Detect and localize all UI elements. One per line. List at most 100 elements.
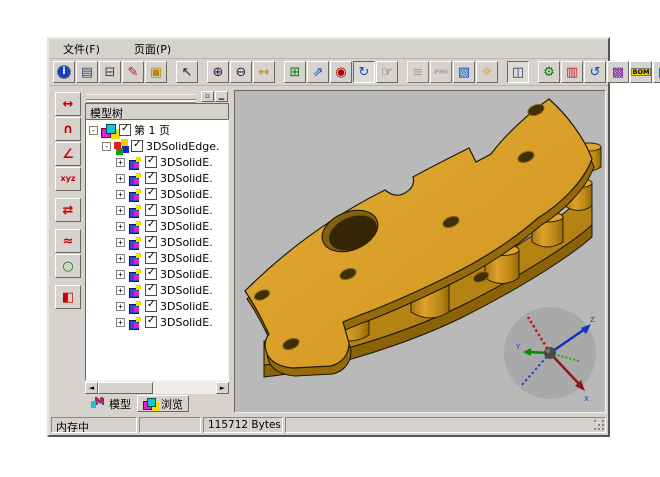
checkbox[interactable] <box>145 268 157 280</box>
scrollbar-track[interactable] <box>98 382 216 394</box>
collapse-toggle-icon[interactable]: - <box>89 126 98 135</box>
scroll-left-icon[interactable]: ◄ <box>85 382 98 394</box>
checkbox[interactable] <box>119 124 131 136</box>
measure-radius-icon: ∩ <box>63 123 74 136</box>
checkbox[interactable] <box>131 140 143 152</box>
checkbox[interactable] <box>145 236 157 248</box>
expand-toggle-icon[interactable]: + <box>116 158 125 167</box>
view-3d-button[interactable]: ▧ <box>453 61 475 83</box>
expand-toggle-icon[interactable]: + <box>116 254 125 263</box>
tab-browse[interactable]: 浏览 <box>137 395 189 412</box>
tree-item-part[interactable]: + 3DSolidE. <box>86 186 228 202</box>
export-image-button[interactable]: ▣ <box>145 61 167 83</box>
orbit-button[interactable]: ◉ <box>330 61 352 83</box>
expand-toggle-icon[interactable]: + <box>116 174 125 183</box>
tree-item-part[interactable]: + 3DSolidE. <box>86 282 228 298</box>
expand-toggle-icon[interactable]: + <box>116 206 125 215</box>
machine-info-button[interactable]: ▥ <box>561 61 583 83</box>
zoom-window-button[interactable]: ⊞ <box>284 61 306 83</box>
horizontal-scrollbar[interactable]: ◄ ► <box>85 381 229 394</box>
report-table-button[interactable]: ▦ <box>653 61 660 83</box>
measure-radius-button[interactable]: ∩ <box>55 117 81 141</box>
layers-button[interactable]: ≡ <box>407 61 429 83</box>
checkbox[interactable] <box>145 300 157 312</box>
checkbox[interactable] <box>145 252 157 264</box>
tree-item-part[interactable]: + 3DSolidE. <box>86 202 228 218</box>
measure-angle-button[interactable]: ∠ <box>55 142 81 166</box>
checkbox[interactable] <box>145 284 157 296</box>
expand-toggle-icon[interactable]: + <box>116 286 125 295</box>
tree-item-part[interactable]: + 3DSolidE. <box>86 170 228 186</box>
info-button[interactable]: i <box>53 61 75 83</box>
menu-file[interactable]: 文件(F) <box>59 39 104 59</box>
tree-item-part[interactable]: + 3DSolidE. <box>86 218 228 234</box>
sync-view-button[interactable]: ↺ <box>584 61 606 83</box>
tab-label: 模型 <box>109 396 131 412</box>
expand-toggle-icon[interactable]: + <box>116 318 125 327</box>
sync-view-icon: ↺ <box>590 66 601 79</box>
measure-volume-button[interactable]: ◧ <box>55 285 81 309</box>
print-preview-button[interactable]: ▤ <box>76 61 98 83</box>
pmi-button[interactable]: PMI <box>430 61 452 83</box>
tree-item-part[interactable]: + 3DSolidE. <box>86 298 228 314</box>
pan-button[interactable]: ↔ <box>253 61 275 83</box>
checkbox[interactable] <box>145 172 157 184</box>
drag-grip[interactable] <box>86 94 196 100</box>
zoom-in-button[interactable]: ⊕ <box>207 61 229 83</box>
explode-button[interactable]: ▩ <box>607 61 629 83</box>
expand-toggle-icon[interactable]: + <box>116 190 125 199</box>
expand-toggle-icon[interactable]: + <box>116 302 125 311</box>
measure-coordinate-button[interactable]: xyz <box>55 167 81 191</box>
resize-grip-icon[interactable] <box>594 420 606 432</box>
checkbox[interactable] <box>145 220 157 232</box>
measure-gap-button[interactable]: ⇄ <box>55 198 81 222</box>
expand-toggle-icon[interactable]: + <box>116 238 125 247</box>
menu-page[interactable]: 页面(P) <box>130 39 175 59</box>
tab-model-icon <box>91 398 106 410</box>
measure-coordinate-icon: xyz <box>60 175 75 183</box>
expand-toggle-icon[interactable]: + <box>116 222 125 231</box>
model-tree-panel: ▫ ▁ 模型树 - 第 1 页 - 3DSolidEdge. <box>85 90 229 413</box>
status-blank <box>139 417 201 433</box>
float-panel-button[interactable]: ▫ <box>201 91 214 102</box>
checkbox[interactable] <box>145 316 157 328</box>
checkbox[interactable] <box>145 204 157 216</box>
measure-distance-button[interactable]: ↔ <box>55 92 81 116</box>
expand-toggle-icon[interactable]: + <box>116 270 125 279</box>
markup-pen-button[interactable]: ✎ <box>122 61 144 83</box>
tab-label: 浏览 <box>161 396 183 412</box>
bom-button[interactable]: BOM <box>630 61 652 83</box>
scrollbar-thumb[interactable] <box>98 382 153 394</box>
tree-item-part[interactable]: + 3DSolidE. <box>86 314 228 330</box>
axis-gizmo[interactable]: Z X Y <box>504 307 596 403</box>
select-button[interactable]: ↖ <box>176 61 198 83</box>
tree-item-part[interactable]: + 3DSolidE. <box>86 266 228 282</box>
print-button[interactable]: ⊟ <box>99 61 121 83</box>
measure-curve-button[interactable]: ≈ <box>55 229 81 253</box>
tab-model[interactable]: 模型 <box>85 395 137 412</box>
checkbox[interactable] <box>145 188 157 200</box>
rotate-button[interactable]: ↻ <box>353 61 375 83</box>
float-panel-icon: ▫ <box>205 92 210 100</box>
measure-area-button[interactable]: ○ <box>55 254 81 278</box>
tree-item-page[interactable]: - 第 1 页 <box>86 122 228 138</box>
scroll-right-icon[interactable]: ► <box>216 382 229 394</box>
hide-panel-button[interactable]: ▁ <box>215 91 228 102</box>
viewport-3d[interactable]: Z X Y <box>234 90 606 413</box>
tree-item-part[interactable]: + 3DSolidE. <box>86 250 228 266</box>
part-icon <box>128 284 142 297</box>
tree-item-part[interactable]: + 3DSolidE. <box>86 154 228 170</box>
model-canvas[interactable]: Z X Y <box>235 91 606 413</box>
zoom-dynamic-button[interactable]: ⇗ <box>307 61 329 83</box>
tree-item-label: 3DSolidEdge. <box>146 140 219 153</box>
page-layout-button[interactable]: ◫ <box>507 61 529 83</box>
light-button[interactable]: ☼ <box>476 61 498 83</box>
zoom-out-button[interactable]: ⊖ <box>230 61 252 83</box>
tree-item-assembly[interactable]: - 3DSolidEdge. <box>86 138 228 154</box>
pan-hand-button[interactable]: ☞ <box>376 61 398 83</box>
collapse-toggle-icon[interactable]: - <box>102 142 111 151</box>
animation-button[interactable]: ⚙ <box>538 61 560 83</box>
model-tree[interactable]: - 第 1 页 - 3DSolidEdge. + 3DSolidE. <box>85 119 229 381</box>
tree-item-part[interactable]: + 3DSolidE. <box>86 234 228 250</box>
checkbox[interactable] <box>145 156 157 168</box>
